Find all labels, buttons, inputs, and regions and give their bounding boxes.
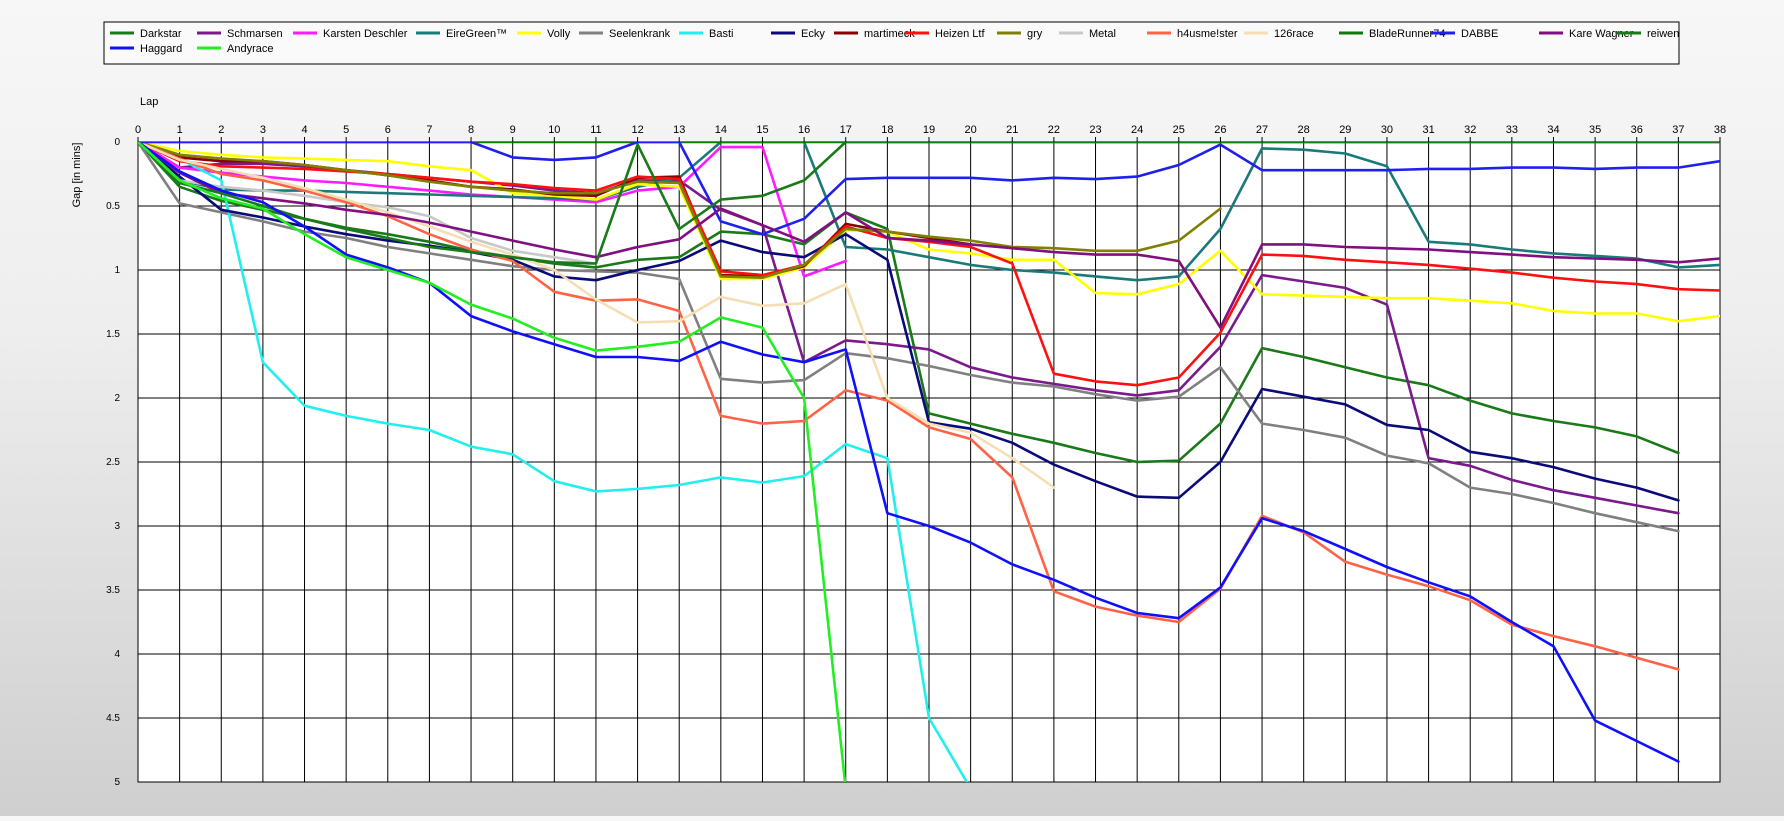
x-tick-label: 17	[840, 124, 852, 136]
legend-label: Seelenkrank	[609, 28, 671, 40]
x-tick-label: 31	[1422, 124, 1434, 136]
legend-label: reiwen	[1647, 28, 1679, 40]
y-tick-label: 2	[114, 393, 120, 404]
y-tick-label: 4.5	[106, 713, 120, 724]
y-tick-label: 0	[114, 137, 120, 148]
legend-label: DABBE	[1461, 28, 1498, 40]
y-tick-label: 1.5	[106, 329, 120, 340]
lap-gap-chart: Darkstar Schmarsen Karsten Deschler EireGre…	[71, 21, 1726, 788]
chart-root: Darkstar Schmarsen Karsten Deschler EireGre…	[0, 0, 1784, 816]
x-tick-label: 35	[1589, 124, 1601, 136]
y-tick-label: 4	[114, 649, 120, 660]
x-tick-label: 13	[673, 124, 685, 136]
legend-label: Heizen Ltf	[935, 28, 985, 40]
legend-label: Karsten Deschler	[323, 28, 408, 40]
x-tick-label: 27	[1256, 124, 1268, 136]
x-tick-label: 24	[1131, 124, 1143, 136]
x-tick-label: 26	[1214, 124, 1226, 136]
legend-label: 126race	[1274, 28, 1314, 40]
x-tick-label: 23	[1089, 124, 1101, 136]
x-tick-label: 21	[1006, 124, 1018, 136]
legend-label: Darkstar	[140, 28, 182, 40]
legend-label: Volly	[547, 28, 571, 40]
x-tick-label: 7	[426, 124, 432, 136]
x-tick-label: 36	[1631, 124, 1643, 136]
x-axis-label: Lap	[140, 96, 158, 108]
legend: Darkstar Schmarsen Karsten Deschler EireGre…	[103, 21, 1680, 65]
y-tick-label: 3.5	[106, 585, 120, 596]
x-tick-label: 6	[385, 124, 391, 136]
y-axis-label: Gap [in mins]	[71, 143, 83, 208]
y-tick-label: 2.5	[106, 457, 120, 468]
x-tick-label: 30	[1381, 124, 1393, 136]
y-tick-label: 3	[114, 521, 120, 532]
x-tick-label: 16	[798, 124, 810, 136]
x-tick-label: 12	[631, 124, 643, 136]
y-tick-label: 1	[114, 265, 120, 276]
legend-label: h4usme!ster	[1177, 28, 1238, 40]
x-tick-label: 5	[343, 124, 349, 136]
x-tick-label: 25	[1173, 124, 1185, 136]
x-tick-label: 29	[1339, 124, 1351, 136]
legend-label: gry	[1027, 28, 1043, 40]
x-tick-label: 0	[135, 124, 141, 136]
legend-label: Andyrace	[227, 43, 273, 55]
legend-label: Metal	[1089, 28, 1116, 40]
x-tick-label: 1	[177, 124, 183, 136]
x-tick-label: 2	[218, 124, 224, 136]
x-tick-label: 28	[1298, 124, 1310, 136]
legend-label: Schmarsen	[227, 28, 283, 40]
legend-label: Ecky	[801, 28, 825, 40]
x-tick-label: 20	[965, 124, 977, 136]
x-tick-label: 3	[260, 124, 266, 136]
x-tick-label: 33	[1506, 124, 1518, 136]
x-tick-label: 15	[756, 124, 768, 136]
x-tick-label: 22	[1048, 124, 1060, 136]
y-tick-label: 0.5	[106, 201, 120, 212]
x-tick-label: 38	[1714, 124, 1726, 136]
x-tick-label: 37	[1672, 124, 1684, 136]
x-tick-label: 14	[715, 124, 727, 136]
x-tick-label: 10	[548, 124, 560, 136]
x-tick-label: 11	[590, 124, 601, 136]
x-tick-label: 34	[1547, 124, 1559, 136]
x-tick-label: 8	[468, 124, 474, 136]
legend-label: Haggard	[140, 43, 182, 55]
x-tick-label: 9	[510, 124, 516, 136]
x-tick-label: 18	[881, 124, 893, 136]
legend-label: EireGreen™	[446, 28, 507, 40]
x-tick-label: 32	[1464, 124, 1476, 136]
legend-label: Basti	[709, 28, 733, 40]
x-tick-label: 4	[301, 124, 307, 136]
x-tick-label: 19	[923, 124, 935, 136]
y-tick-label: 5	[114, 777, 120, 788]
